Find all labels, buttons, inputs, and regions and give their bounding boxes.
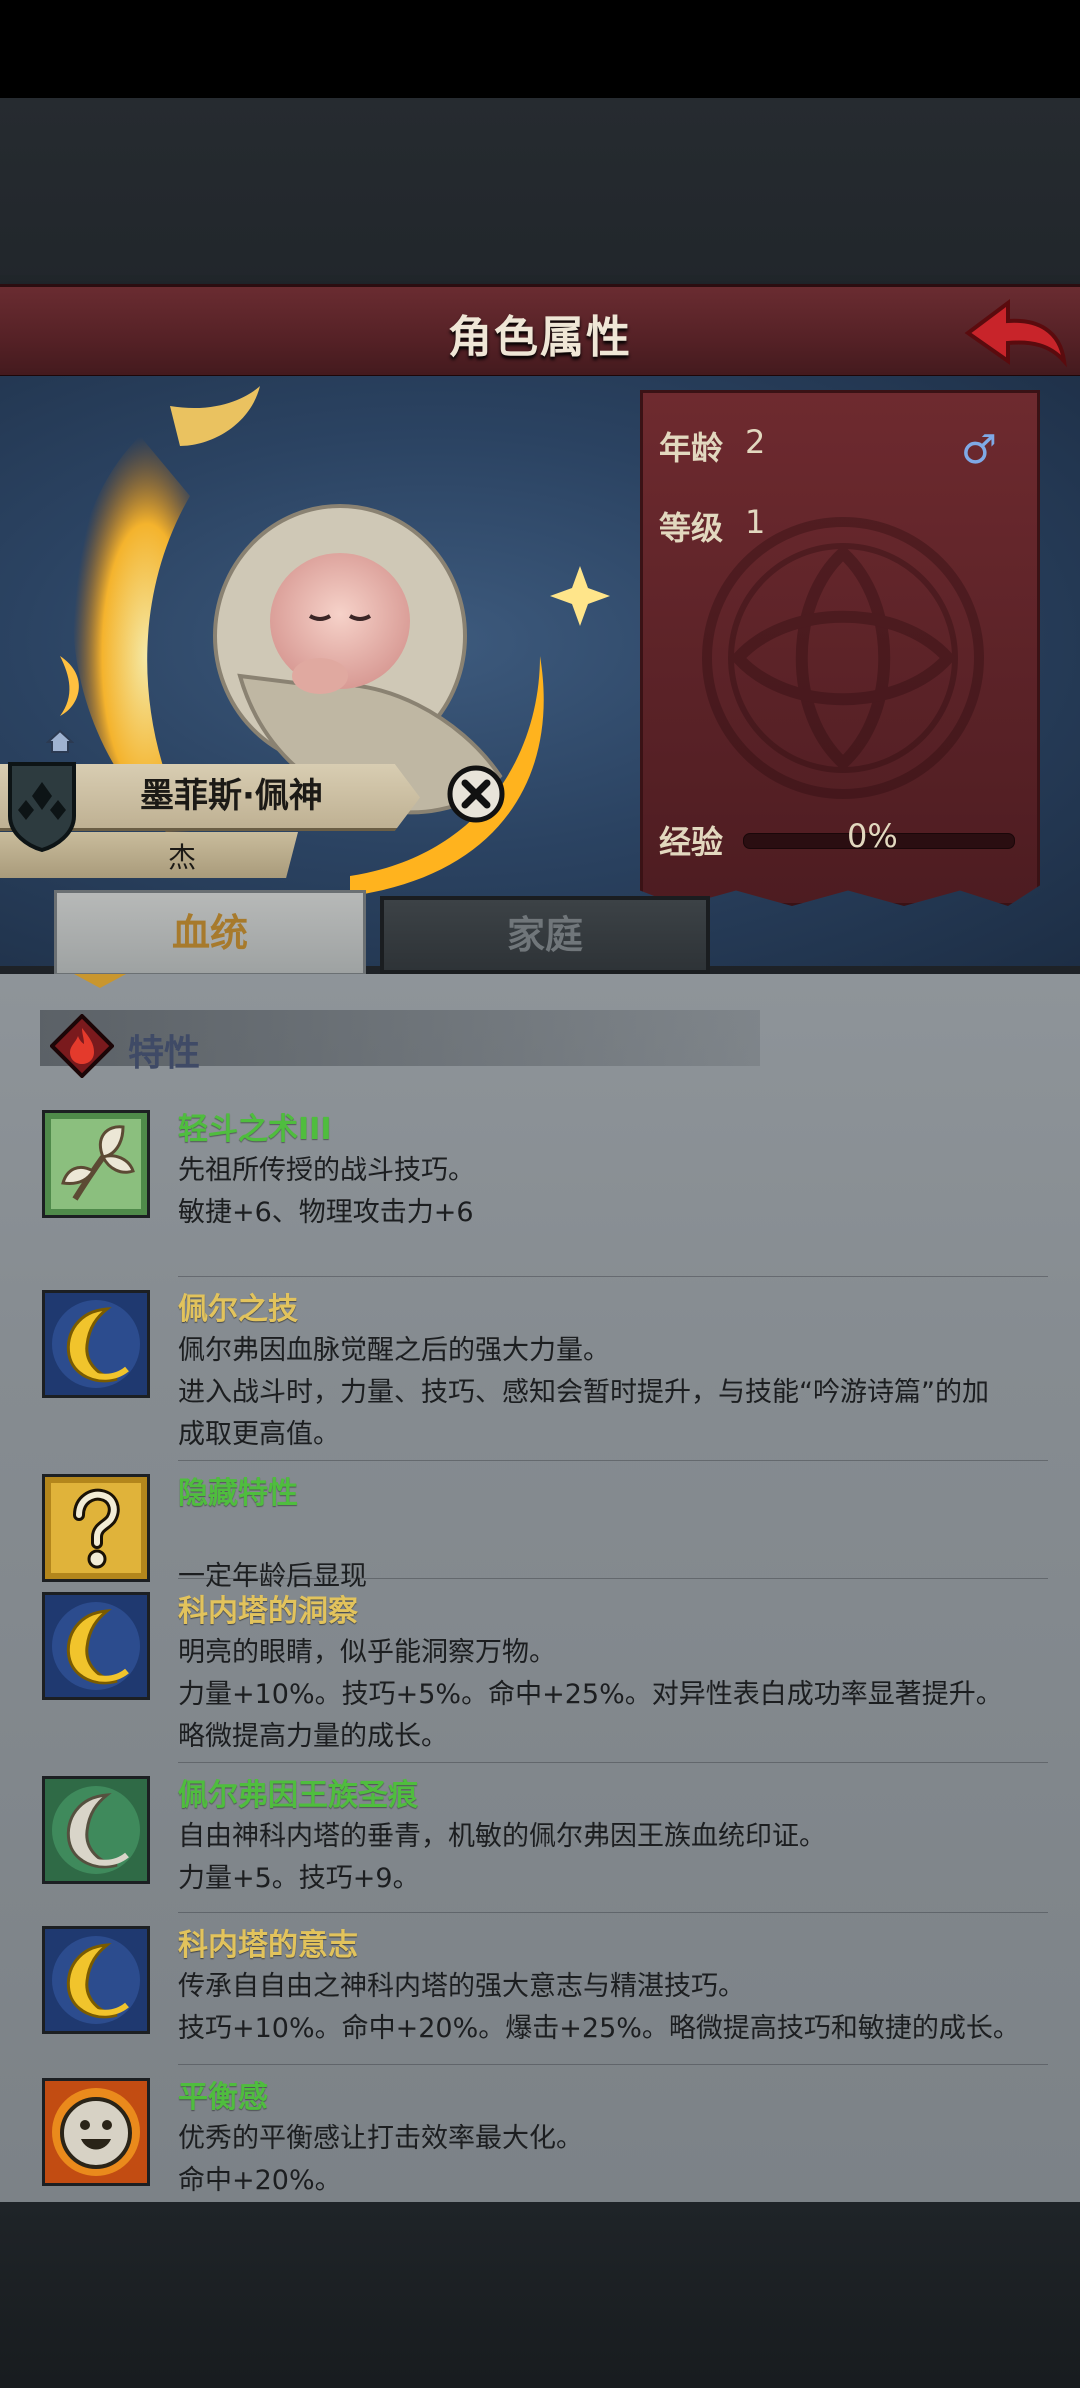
house-icon [46, 729, 74, 753]
trait-divider [178, 1912, 1048, 1913]
gold-crescent-icon [42, 1592, 150, 1700]
trait-description: 优秀的平衡感让打击效率最大化。 [178, 2123, 583, 2154]
trait-name: 平衡感 [178, 2080, 268, 2115]
trait-divider [178, 1578, 1048, 1579]
tab-lineage[interactable]: 血统 [54, 890, 366, 976]
trait-name: 轻斗之术III [178, 1112, 332, 1147]
trait-description: 敏捷+6、物理攻击力+6 [178, 1197, 474, 1228]
trait-description: 命中+20%。 [178, 2165, 342, 2196]
gold-crescent-icon [42, 1290, 150, 1398]
silver-crescent-icon [42, 1776, 150, 1884]
exp-value: 0% [847, 817, 898, 855]
level-value: 1 [745, 503, 766, 541]
trait-name: 佩尔之技 [178, 1292, 298, 1327]
smiley-icon [42, 2078, 150, 2186]
bottom-area [0, 2202, 1080, 2388]
trait-description: 力量+5。技巧+9。 [178, 1863, 420, 1894]
traits-panel[interactable]: 特性 轻斗之术III 先祖所传授的战斗技巧。 敏捷+6、物理攻击力+6 佩尔之技佩尔弗… [0, 974, 1080, 2202]
trait-divider [178, 1762, 1048, 1763]
scrolled-icon-peek [74, 974, 126, 988]
trait-description: 技巧+10%。命中+20%。爆击+25%。略微提高技巧和敏捷的成长。 [178, 2013, 1020, 2044]
trait-description: 先祖所传授的战斗技巧。 [178, 1155, 475, 1186]
trait-description: 力量+10%。技巧+5%。命中+25%。对异性表白成功率显著提升。 [178, 1679, 1003, 1710]
exp-label: 经验 [659, 823, 724, 861]
trait-name: 科内塔的洞察 [178, 1594, 358, 1629]
trait-divider [178, 1276, 1048, 1277]
stats-banner: 年龄 2 ♂ 等级 1 经验 0% [640, 390, 1040, 906]
trait-description: 进入战斗时，力量、技巧、感知会暂时提升，与技能“吟游诗篇”的加 [178, 1377, 989, 1408]
celtic-knot-emblem [702, 517, 984, 799]
family-crest-icon [8, 762, 76, 852]
age-value: 2 [745, 423, 766, 461]
male-icon: ♂ [961, 427, 997, 473]
trait-name: 隐藏特性 [178, 1476, 298, 1511]
trait-description: 传承自自由之神科内塔的强大意志与精湛技巧。 [178, 1971, 745, 2002]
page-title: 角色属性 [448, 312, 632, 363]
back-arrow-icon[interactable] [960, 291, 1070, 375]
trait-name: 科内塔的意志 [178, 1928, 358, 1963]
title-bar: 角色属性 [0, 284, 1080, 379]
trait-description: 自由神科内塔的垂青，机敏的佩尔弗因王族血统印证。 [178, 1821, 826, 1852]
fire-diamond-icon [50, 1014, 114, 1078]
trait-name: 佩尔弗因王族圣痕 [178, 1778, 418, 1813]
trait-description: 成取更高值。 [178, 1419, 340, 1450]
character-area: 墨菲斯·佩神 杰 年龄 2 ♂ 等级 1 经验 0% [0, 376, 1080, 966]
trait-divider [178, 2064, 1048, 2065]
tab-family[interactable]: 家庭 [380, 896, 710, 974]
close-icon[interactable] [446, 764, 506, 824]
tab-bar: 家庭 血统 [0, 880, 1080, 976]
character-subname: 杰 [168, 841, 197, 874]
age-label: 年龄 [659, 429, 724, 467]
level-label: 等级 [659, 509, 724, 547]
trait-divider [178, 1460, 1048, 1461]
trait-description: 略微提高力量的成长。 [178, 1721, 448, 1752]
section-title: 特性 [128, 1033, 201, 1074]
trait-description: 明亮的眼睛，似乎能洞察万物。 [178, 1637, 556, 1668]
character-name: 墨菲斯·佩神 [140, 776, 323, 816]
trait-description: 佩尔弗因血脉觉醒之后的强大力量。 [178, 1335, 610, 1366]
question-icon [42, 1474, 150, 1582]
status-bar [0, 0, 1080, 98]
gold-crescent-icon [42, 1926, 150, 2034]
sprout-icon [42, 1110, 150, 1218]
